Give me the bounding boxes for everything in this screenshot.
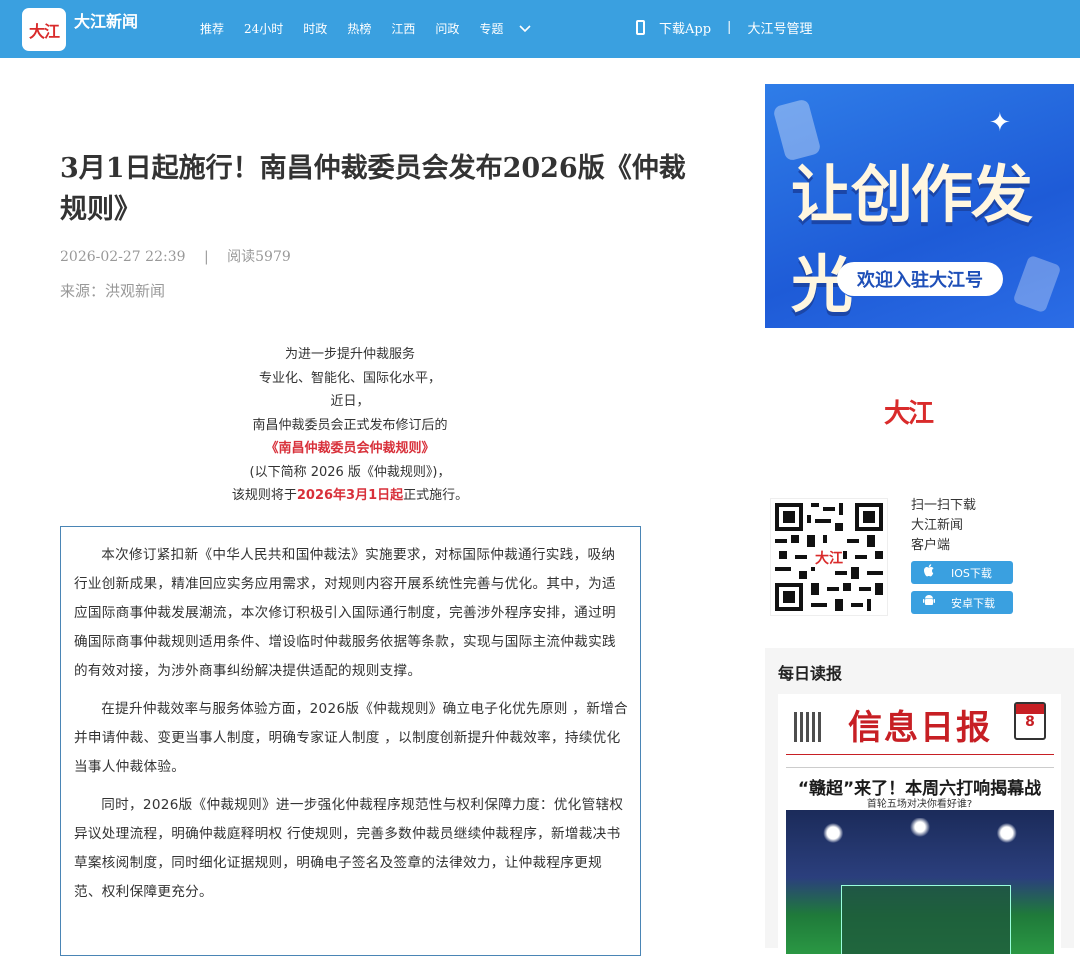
intro-line: 该规则将于2026年3月1日起正式施行。 [60, 484, 640, 508]
nav-item-24h[interactable]: 24小时 [244, 20, 283, 37]
paper-index-strip [786, 754, 1054, 768]
nav-item-hot[interactable]: 热榜 [347, 20, 371, 37]
intro-line: 近日， [330, 394, 370, 409]
article-meta: 2026-02-27 22:39 | 阅读5979 [60, 246, 291, 266]
article-paragraph: 本次修订紧扣新《中华人民共和国仲裁法》实施要求，对标国际仲裁通行实践，吸纳行业创… [74, 547, 616, 679]
ad-button[interactable]: 欢迎入驻大江号 [837, 262, 1003, 296]
scan-download-text: 扫一扫下载 大江新闻 客户端 [911, 496, 976, 556]
ios-button-label: IOS下载 [951, 566, 992, 580]
nav-item-politics[interactable]: 时政 [303, 20, 327, 37]
chevron-down-icon[interactable] [519, 22, 531, 36]
account-manage-link[interactable]: 大江号管理 [747, 18, 812, 37]
ad-headline: 让创作发光 [791, 158, 1033, 321]
article-title: 3月1日起施行！南昌仲裁委员会发布2026版《仲裁规则》 [60, 153, 686, 225]
sidebar-ad-banner[interactable]: ✦ 让创作发光 欢迎入驻大江号 [765, 84, 1074, 328]
nav-item-recommend[interactable]: 推荐 [200, 20, 224, 37]
phone-icon [636, 20, 645, 35]
apple-icon [923, 564, 937, 581]
article-paragraph: 在提升仲裁效率与服务体验方面，2026版《仲裁规则》确立电子化优先原则 ，新增合… [74, 701, 628, 775]
calendar-icon: 8 [1014, 702, 1046, 740]
intro-text: 该规则将于 [231, 488, 297, 503]
android-button-label: 安卓下载 [951, 596, 995, 610]
daily-reading-title: 每日读报 [778, 664, 843, 683]
brand-logo: 大江 [884, 399, 934, 429]
meta-separator: | [203, 249, 209, 265]
sparkle-icon: ✦ [989, 108, 1011, 138]
download-app-link[interactable]: 下载App [659, 18, 711, 37]
scan-line: 客户端 [911, 538, 951, 553]
article-body-box: 本次修订紧扣新《中华人民共和国仲裁法》实施要求，对标国际仲裁通行实践，吸纳行业创… [60, 526, 641, 956]
intro-line: (以下简称 2026 版《仲裁规则》)， [249, 464, 451, 480]
logo-text: 大江 [28, 21, 60, 41]
newspaper-name: 信息日报 [848, 708, 992, 748]
stadium-image [786, 810, 1054, 954]
header-separator: | [727, 20, 732, 35]
header-actions: 下载App | 大江号管理 [636, 18, 812, 37]
intro-line: 南昌仲裁委员会正式发布修订后的 [252, 417, 448, 433]
paper-qr-icon [794, 712, 824, 742]
article-paragraph: 同时，2026版《仲裁规则》进一步强化仲裁程序规范性与权利保障力度：优化管辖权异… [74, 797, 624, 900]
effective-date: 2026年3月1日起 [296, 488, 404, 503]
intro-line: 专业化、智能化、国际化水平， [258, 370, 441, 386]
nav-item-inquiry[interactable]: 问政 [435, 20, 459, 37]
intro-rule-name: 《南昌仲裁委员会仲裁规则》 [265, 441, 435, 456]
top-navigation-bar: 大江 大江新闻 推荐 24小时 时政 热榜 江西 问政 专题 下载App | 大… [0, 0, 1080, 58]
paper-subheadline: 首轮五场对决你看好谁? [866, 799, 973, 810]
site-logo[interactable]: 大江 [22, 8, 66, 51]
android-icon [923, 594, 937, 611]
ios-download-button[interactable]: IOS下载 [911, 561, 1013, 584]
scan-line: 扫一扫下载 [911, 498, 977, 513]
match-table [841, 885, 1011, 954]
main-nav: 推荐 24小时 时政 热榜 江西 问政 专题 [200, 20, 531, 37]
read-count: 阅读5979 [227, 249, 291, 265]
site-name[interactable]: 大江新闻 [74, 8, 138, 32]
svg-text:大江: 大江 [815, 550, 843, 567]
article-intro: 为进一步提升仲裁服务 专业化、智能化、国际化水平， 近日， 南昌仲裁委员会正式发… [60, 343, 640, 508]
daily-reading-panel: 每日读报 信息日报 8 “赣超”来了！本周六打响揭幕战 首轮五场对决你看好谁? [765, 648, 1074, 954]
newspaper-thumbnail[interactable]: 信息日报 8 “赣超”来了！本周六打响揭幕战 首轮五场对决你看好谁? [778, 694, 1061, 954]
article-source: 来源：洪观新闻 [60, 282, 166, 300]
calendar-day: 8 [1025, 714, 1035, 730]
qr-code: 大江 [770, 498, 888, 616]
stadium-lights [796, 818, 1044, 848]
intro-line: 为进一步提升仲裁服务 [284, 347, 415, 362]
intro-text: 正式施行。 [403, 488, 469, 503]
nav-item-jiangxi[interactable]: 江西 [391, 20, 415, 37]
android-download-button[interactable]: 安卓下载 [911, 591, 1013, 614]
nav-item-special[interactable]: 专题 [479, 20, 503, 37]
publish-date: 2026-02-27 22:39 [60, 249, 186, 265]
scan-line: 大江新闻 [911, 518, 964, 533]
